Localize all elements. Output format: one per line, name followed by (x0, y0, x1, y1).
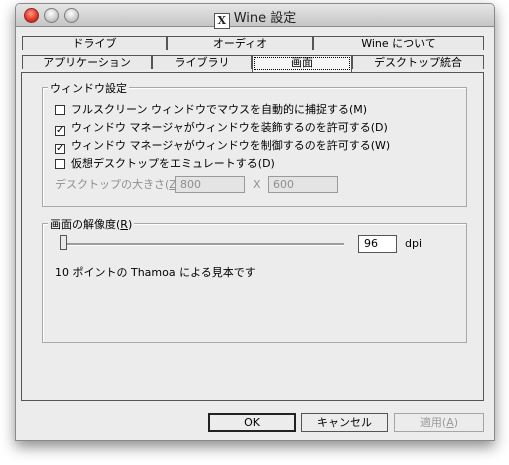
cancel-button[interactable]: キャンセル (301, 413, 388, 432)
wm-decorate-checkbox[interactable]: ✓ (55, 126, 65, 136)
wm-control-checkbox[interactable]: ✓ (55, 144, 65, 154)
desktop-width-value: 800 (180, 178, 201, 191)
apply-button-accel: A (446, 416, 454, 429)
dpi-input-value: 96 (364, 237, 378, 250)
dpi-slider-track[interactable] (63, 243, 344, 246)
wm-decorate-label: ウィンドウ マネージャがウィンドウを装飾するのを許可する(D) (71, 121, 388, 134)
desktop-size-times: X (253, 178, 261, 191)
tab-audio[interactable]: オーディオ (167, 36, 313, 50)
virtual-desktop-label: 仮想デスクトップをエミュレートする(D) (71, 157, 275, 170)
apply-button-prefix: 適用( (419, 416, 447, 429)
window-settings-group: ウィンドウ設定 フルスクリーン ウィンドウでマウスを自動的に捕捉する(M) ✓ ウ… (42, 80, 467, 207)
graphics-tab-panel: ウィンドウ設定 フルスクリーン ウィンドウでマウスを自動的に捕捉する(M) ✓ ウ… (21, 72, 484, 401)
ok-button-label: OK (244, 416, 260, 429)
tab-drives[interactable]: ドライブ (22, 36, 167, 50)
tab-applications-label: アプリケーション (43, 56, 131, 69)
cancel-button-label: キャンセル (317, 416, 372, 429)
tab-libraries[interactable]: ライブラリ (152, 55, 252, 69)
tab-applications[interactable]: アプリケーション (22, 55, 152, 69)
resolution-legend-prefix: 画面の解像度( (50, 218, 121, 231)
mouse-capture-option[interactable]: フルスクリーン ウィンドウでマウスを自動的に捕捉する(M) (55, 103, 367, 117)
title-bar[interactable]: X Wine 設定 (16, 4, 494, 29)
tab-audio-label: オーディオ (212, 37, 268, 50)
tab-about-wine[interactable]: Wine について (313, 36, 484, 50)
tab-desktop-integration[interactable]: デスクトップ統合 (352, 55, 484, 69)
apply-button[interactable]: 適用(A) (394, 413, 484, 432)
virtual-desktop-checkbox[interactable] (55, 159, 65, 169)
dpi-input[interactable]: 96 (358, 235, 397, 253)
tab-desktop-integration-label: デスクトップ統合 (374, 56, 462, 69)
screen-resolution-legend: 画面の解像度(R) (48, 216, 135, 232)
ok-button[interactable]: OK (208, 413, 296, 432)
screen-resolution-group: 画面の解像度(R) 96 dpi 10 ポイントの Thamoa による見本です (42, 216, 467, 343)
tab-graphics-label: 画面 (291, 56, 313, 69)
wm-control-option[interactable]: ✓ ウィンドウ マネージャがウィンドウを制御するのを許可する(W) (55, 139, 391, 154)
dpi-unit-label: dpi (405, 237, 423, 250)
tab-libraries-label: ライブラリ (174, 56, 230, 69)
resolution-legend-suffix: ) (127, 218, 133, 231)
desktop-height-value: 600 (273, 178, 294, 191)
mouse-capture-checkbox[interactable] (55, 105, 65, 115)
x11-logo-icon: X (213, 13, 230, 29)
resolution-legend-accel: R (120, 218, 128, 231)
desktop-height-field[interactable]: 600 (268, 176, 338, 193)
apply-button-suffix: ) (453, 416, 459, 429)
window-settings-legend: ウィンドウ設定 (48, 80, 129, 96)
desktop-size-label-text: デスクトップの大きさ( (55, 178, 170, 191)
font-sample-text: 10 ポイントの Thamoa による見本です (55, 266, 256, 279)
window-title-text: Wine 設定 (233, 11, 297, 26)
tab-drives-label: ドライブ (72, 37, 117, 50)
tab-about-wine-label: Wine について (361, 37, 436, 50)
desktop-size-label: デスクトップの大きさ(Z): (55, 178, 185, 192)
wm-control-label: ウィンドウ マネージャがウィンドウを制御するのを許可する(W) (71, 139, 391, 152)
wm-decorate-option[interactable]: ✓ ウィンドウ マネージャがウィンドウを装飾するのを許可する(D) (55, 121, 388, 136)
dpi-slider-thumb[interactable] (60, 235, 67, 250)
tab-graphics[interactable]: 画面 (252, 55, 352, 72)
virtual-desktop-option[interactable]: 仮想デスクトップをエミュレートする(D) (55, 157, 275, 171)
mouse-capture-label: フルスクリーン ウィンドウでマウスを自動的に捕捉する(M) (71, 103, 368, 116)
window-title: X Wine 設定 (16, 7, 494, 29)
desktop-width-field[interactable]: 800 (175, 176, 245, 193)
